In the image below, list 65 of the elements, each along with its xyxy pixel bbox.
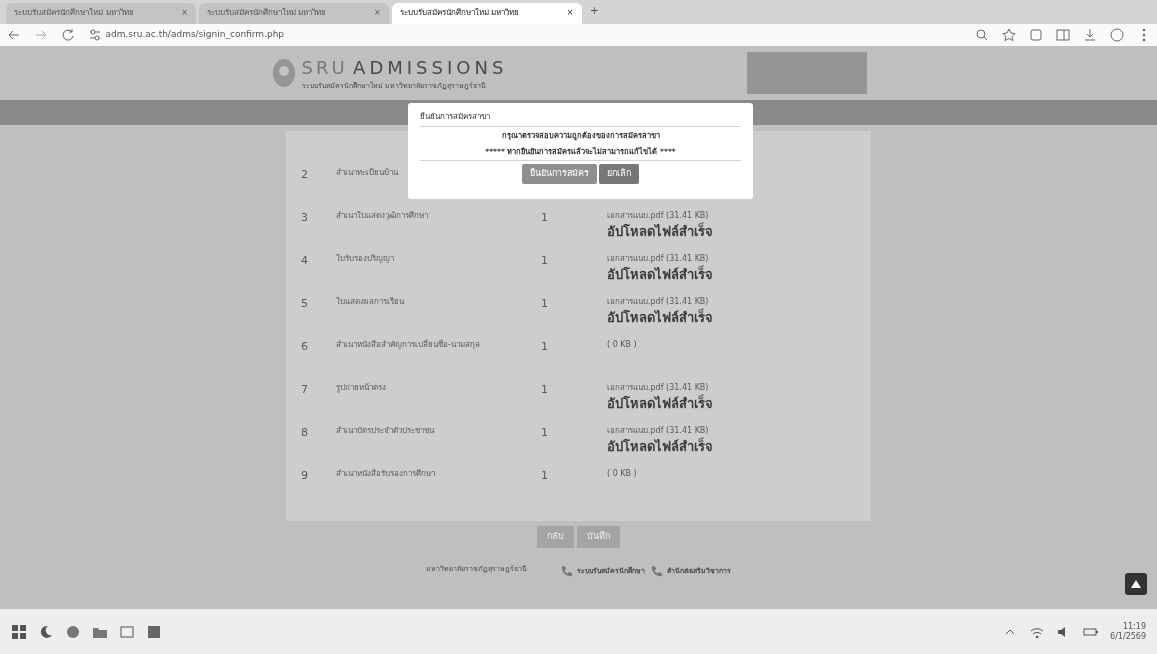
file-name: เอกสารแนบ.pdf (31.41 KB) xyxy=(607,252,710,265)
file-name: เอกสารแนบ.pdf (31.41 KB) xyxy=(607,424,710,437)
cancel-button[interactable]: ยกเลิก xyxy=(599,164,640,184)
start-icon[interactable] xyxy=(11,623,27,640)
star-icon[interactable] xyxy=(1000,27,1017,43)
scroll-to-top-button[interactable] xyxy=(1125,573,1147,595)
extension-icon[interactable] xyxy=(1027,27,1044,43)
upload-status: อัปโหลดไฟล์สำเร็จ xyxy=(607,264,713,284)
close-tab-icon[interactable]: × xyxy=(374,7,381,20)
file-name: ( 0 KB ) xyxy=(607,338,637,351)
window-icon[interactable] xyxy=(119,623,135,640)
document-name: สำเนาบัตรประจำตัวประชาชน xyxy=(336,425,434,435)
new-tab-button[interactable]: + xyxy=(584,3,605,24)
upload-status: อัปโหลดไฟล์สำเร็จ xyxy=(607,307,713,327)
row-number: 5 xyxy=(300,295,309,312)
row-number: 8 xyxy=(300,424,309,441)
site-title: ADMISSIONS xyxy=(353,56,508,81)
document-name: รูปถ่ายหน้าตรง xyxy=(336,382,386,392)
upload-status: อัปโหลดไฟล์สำเร็จ xyxy=(607,221,713,241)
row-number: 3 xyxy=(300,209,309,226)
file-name: ( 0 KB ) xyxy=(607,467,637,480)
close-tab-icon[interactable]: × xyxy=(181,7,188,20)
university-logo-icon xyxy=(272,58,296,88)
browser-tab[interactable]: ระบบรับสมัครนักศึกษาใหม่ มหาวิทย × xyxy=(391,3,582,24)
clock-date[interactable]: 6/1/2569 xyxy=(1110,631,1146,642)
document-count: 1 xyxy=(541,382,548,396)
confirm-button[interactable]: ยืนยันการสมัคร xyxy=(521,164,597,184)
file-name: เอกสารแนบ.pdf (31.41 KB) xyxy=(607,209,710,222)
split-view-icon[interactable] xyxy=(1054,27,1071,43)
document-count: 1 xyxy=(541,253,548,267)
row-number: 4 xyxy=(300,252,309,269)
browser-tab[interactable]: ระบบรับสมัครนักศึกษาใหม่ มหาวิทย × xyxy=(6,3,196,24)
address-bar[interactable]: adm.sru.ac.th/adms/signin_confirm.php xyxy=(105,28,285,42)
close-tab-icon[interactable]: × xyxy=(566,7,574,20)
document-name: ใบแสดงผลการเรียน xyxy=(336,296,404,306)
document-count: 1 xyxy=(541,339,548,353)
document-name: ใบรับรองปริญญา xyxy=(336,253,394,263)
logo-text: SRU xyxy=(301,56,348,81)
zoom-icon[interactable] xyxy=(973,27,990,43)
document-name: สำเนาหนังสือรับรองการศึกษา xyxy=(336,468,435,478)
upload-status: อัปโหลดไฟล์สำเร็จ xyxy=(607,436,713,456)
file-name: เอกสารแนบ.pdf (31.41 KB) xyxy=(607,381,710,394)
document-count: 1 xyxy=(541,425,548,439)
row-number: 6 xyxy=(300,338,309,355)
row-number: 9 xyxy=(300,467,309,484)
document-count: 1 xyxy=(541,296,548,310)
moon-icon[interactable] xyxy=(38,623,54,640)
upload-status: อัปโหลดไฟล์สำเร็จ xyxy=(607,393,713,413)
app-icon[interactable] xyxy=(146,623,162,640)
browser-tab[interactable]: ระบบรับสมัครนักศึกษาใหม่ มหาวิทย × xyxy=(198,3,389,24)
profile-icon[interactable] xyxy=(1108,27,1125,43)
file-name: เอกสารแนบ.pdf (31.41 KB) xyxy=(607,295,710,308)
document-count: 1 xyxy=(541,468,548,482)
row-number: 7 xyxy=(300,381,309,398)
arrow-up-icon xyxy=(1131,580,1141,588)
browser-icon[interactable] xyxy=(65,623,81,640)
document-name: สำเนาทะเบียนบ้าน xyxy=(336,167,398,177)
row-number: 2 xyxy=(300,166,309,183)
document-count: 1 xyxy=(541,210,548,224)
modal-title: ยืนยันการสมัครสาขา xyxy=(420,111,491,123)
document-name: สำเนาใบแสดงวุฒิการศึกษา xyxy=(336,210,428,220)
document-name: สำเนาหนังสือสำคัญการเปลี่ยนชื่อ-นามสกุล xyxy=(336,339,480,349)
phone-icon xyxy=(560,564,574,578)
clock-time[interactable]: 11:19 xyxy=(1110,621,1146,632)
phone-icon xyxy=(650,564,665,578)
